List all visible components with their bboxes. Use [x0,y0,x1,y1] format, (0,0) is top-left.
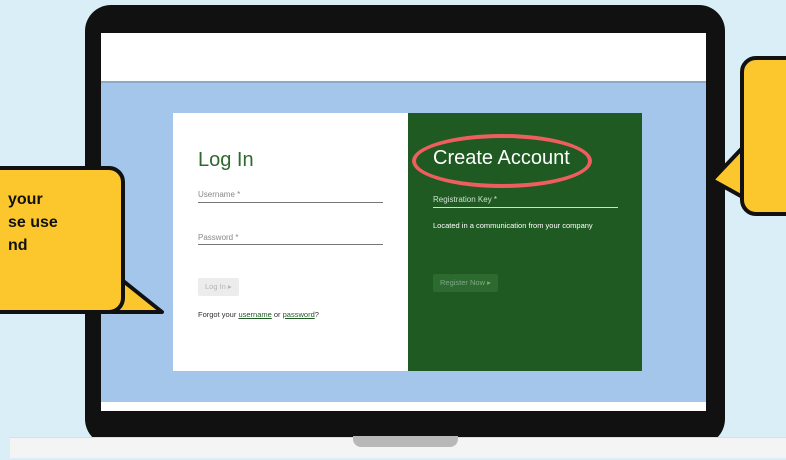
register-now-button[interactable]: Register Now ▸ [433,274,498,292]
callout-left-line-2: se use [8,214,58,231]
login-button[interactable]: Log In ▸ [198,278,239,296]
forgot-credentials: Forgot your username or password? [198,310,319,319]
callout-left-line-3: nd [8,237,28,254]
password-label: Password * [198,233,239,242]
username-label: Username * [198,190,241,199]
registration-hint: Located in a communication from your com… [433,221,593,230]
forgot-or: or [271,310,283,319]
login-title: Log In [198,149,254,171]
username-input[interactable] [198,202,383,203]
laptop-notch [353,436,458,447]
registration-key-label: Registration Key * [433,195,498,204]
login-card: Log In Username * Password * Log In ▸ Fo… [173,113,408,371]
forgot-password-link[interactable]: password [283,310,315,319]
callout-right [740,56,786,216]
screen-bottom-strip [101,402,706,411]
forgot-suffix: ? [314,310,319,319]
callout-left-line-1: your [8,191,43,208]
highlight-ellipse [412,134,592,188]
site-header [101,33,706,83]
forgot-username-link[interactable]: username [238,310,271,319]
callout-left: your se use nd [0,166,125,314]
registration-key-input[interactable] [433,207,618,208]
forgot-prefix: Forgot your [198,310,239,319]
password-input[interactable] [198,244,383,245]
